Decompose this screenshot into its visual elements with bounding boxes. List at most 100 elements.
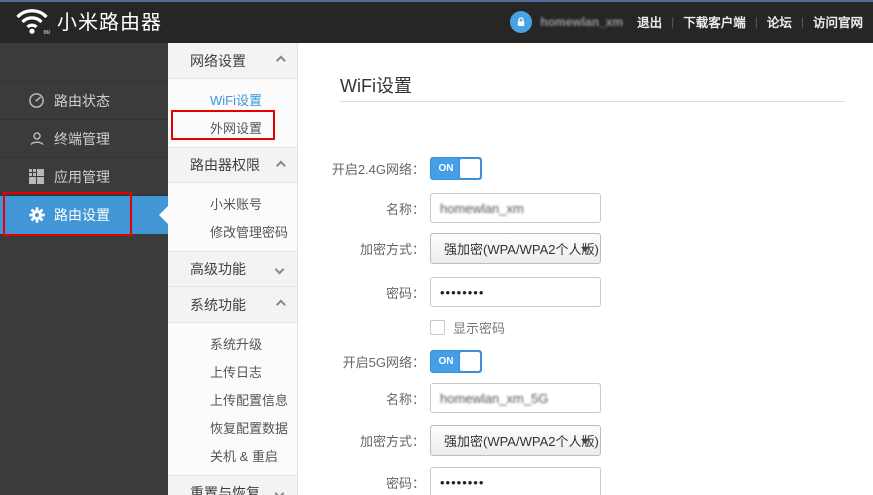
- system-features-list: 系统升级 上传日志 上传配置信息 恢复配置数据 关机 & 重启: [168, 323, 297, 475]
- submenu-item-shutdown-reboot[interactable]: 关机 & 重启: [168, 441, 297, 469]
- nav-separator: |: [754, 14, 758, 29]
- row-name-24g: 名称： homewlan_xm: [298, 193, 873, 224]
- toggle-on-label: ON: [438, 163, 454, 174]
- section-system-features[interactable]: 系统功能: [168, 287, 297, 323]
- main-content: WiFi设置 开启2.4G网络： ON 名称： homewlan_xm 加密方式…: [298, 43, 873, 495]
- encryption-24g-label: 加密方式：: [359, 242, 425, 257]
- submenu-item-upload-log[interactable]: 上传日志: [168, 357, 297, 385]
- encryption-24g-value: 强加密(WPA/WPA2个人版): [444, 242, 599, 257]
- submenu-item-label: 关机 & 重启: [210, 448, 278, 464]
- toggle-knob: [460, 352, 480, 371]
- primary-sidebar: 路由状态 终端管理 应用管理 路由设置: [0, 43, 168, 495]
- submenu-item-wifi-settings[interactable]: WiFi设置: [168, 85, 297, 113]
- title-divider: [340, 101, 845, 102]
- enable-5g-label: 开启5G网络：: [342, 355, 425, 370]
- wifi-logo-icon: mi: [14, 4, 50, 40]
- nav-separator: |: [671, 14, 675, 29]
- section-label: 重置与恢复: [190, 485, 260, 495]
- submenu-item-label: 系统升级: [210, 336, 263, 352]
- submenu-item-label: 恢复配置数据: [210, 420, 289, 436]
- logout-link[interactable]: 退出: [637, 12, 662, 31]
- sidebar-item-device-management[interactable]: 终端管理: [0, 120, 168, 158]
- gauge-icon: [28, 92, 45, 109]
- toggle-knob: [460, 159, 480, 178]
- row-enable-24g: 开启2.4G网络： ON: [298, 157, 873, 180]
- submenu-item-restore-config-data[interactable]: 恢复配置数据: [168, 413, 297, 441]
- submenu-item-label: 上传配置信息: [210, 392, 289, 408]
- download-client-link[interactable]: 下载客户端: [683, 12, 746, 31]
- submenu-item-change-admin-password[interactable]: 修改管理密码: [168, 217, 297, 245]
- encryption-5g-select[interactable]: 强加密(WPA/WPA2个人版): [430, 425, 601, 456]
- page-title: WiFi设置: [340, 76, 412, 96]
- top-header: mi 小米路由器 homewlan_xm 退出 | 下载客户端 | 论坛 | 访…: [0, 0, 873, 43]
- dropdown-caret-icon: [581, 439, 589, 444]
- brand-logo: mi 小米路由器: [14, 4, 162, 40]
- password-24g-input[interactable]: ••••••••: [430, 277, 601, 307]
- toggle-24g-switch[interactable]: ON: [430, 157, 482, 180]
- chevron-up-icon: [275, 299, 286, 310]
- sidebar-item-label: 应用管理: [54, 168, 110, 185]
- sidebar-item-label: 路由设置: [54, 206, 110, 223]
- sidebar-item-label: 终端管理: [54, 130, 110, 147]
- submenu-item-system-upgrade[interactable]: 系统升级: [168, 329, 297, 357]
- row-encryption-5g: 加密方式： 强加密(WPA/WPA2个人版): [298, 425, 873, 456]
- section-network-settings[interactable]: 网络设置: [168, 43, 297, 79]
- chevron-up-icon: [275, 55, 286, 66]
- encryption-5g-label: 加密方式：: [359, 434, 425, 449]
- ssid-5g-input[interactable]: homewlan_xm_5G: [430, 383, 601, 413]
- row-show-password: 显示密码: [298, 318, 873, 336]
- section-label: 网络设置: [190, 52, 246, 69]
- submenu-item-label: 小米账号: [210, 196, 263, 212]
- row-password-24g: 密码： ••••••••: [298, 277, 873, 308]
- official-site-link[interactable]: 访问官网: [813, 12, 863, 31]
- show-password-label: 显示密码: [453, 321, 506, 336]
- submenu-item-mi-account[interactable]: 小米账号: [168, 189, 297, 217]
- submenu-item-label: 上传日志: [210, 364, 263, 380]
- gear-icon: [28, 206, 45, 223]
- name-5g-label: 名称：: [385, 392, 425, 407]
- app-title: 小米路由器: [57, 11, 162, 34]
- row-password-5g: 密码： ••••••••: [298, 467, 873, 495]
- enable-24g-label: 开启2.4G网络：: [331, 162, 425, 177]
- encryption-24g-select[interactable]: 强加密(WPA/WPA2个人版): [430, 233, 601, 264]
- submenu-item-label: WiFi设置: [210, 92, 262, 108]
- account-lock-icon[interactable]: [510, 10, 533, 33]
- toggle-on-label: ON: [438, 356, 454, 367]
- section-advanced-features[interactable]: 高级功能: [168, 251, 297, 287]
- sidebar-item-router-settings[interactable]: 路由设置: [0, 196, 168, 234]
- username[interactable]: homewlan_xm: [540, 15, 623, 29]
- show-password-checkbox[interactable]: [430, 320, 445, 335]
- password-5g-input[interactable]: ••••••••: [430, 467, 601, 495]
- password-24g-label: 密码：: [385, 286, 425, 301]
- submenu-item-label: 外网设置: [210, 120, 263, 136]
- password-5g-label: 密码：: [385, 476, 425, 491]
- user-icon: [28, 130, 45, 147]
- window-top-edge: [0, 0, 873, 2]
- submenu-item-upload-config-info[interactable]: 上传配置信息: [168, 385, 297, 413]
- section-reset-restore[interactable]: 重置与恢复: [168, 475, 297, 495]
- forum-link[interactable]: 论坛: [767, 12, 792, 31]
- dropdown-caret-icon: [581, 247, 589, 252]
- section-label: 路由器权限: [190, 157, 260, 173]
- chevron-up-icon: [275, 160, 286, 170]
- name-24g-label: 名称：: [385, 202, 425, 217]
- grid-icon: [28, 168, 45, 185]
- sidebar-item-app-management[interactable]: 应用管理: [0, 158, 168, 196]
- toggle-5g-switch[interactable]: ON: [430, 350, 482, 373]
- ssid-24g-value: homewlan_xm: [440, 200, 524, 216]
- row-name-5g: 名称： homewlan_xm_5G: [298, 383, 873, 414]
- header-account-nav: homewlan_xm 退出 | 下载客户端 | 论坛 | 访问官网: [510, 10, 863, 33]
- svg-text:mi: mi: [44, 30, 50, 35]
- password-24g-value: ••••••••: [440, 284, 485, 300]
- network-settings-list: WiFi设置 外网设置: [168, 79, 297, 147]
- submenu-item-label: 修改管理密码: [210, 224, 289, 240]
- row-enable-5g: 开启5G网络： ON: [298, 350, 873, 373]
- submenu-item-wan-settings[interactable]: 外网设置: [168, 113, 297, 141]
- router-permissions-list: 小米账号 修改管理密码: [168, 183, 297, 251]
- section-router-permissions[interactable]: 路由器权限: [168, 147, 297, 183]
- encryption-5g-value: 强加密(WPA/WPA2个人版): [444, 434, 599, 449]
- sidebar-item-label: 路由状态: [54, 92, 110, 109]
- ssid-24g-input[interactable]: homewlan_xm: [430, 193, 601, 223]
- section-label: 系统功能: [190, 296, 246, 313]
- sidebar-item-router-status[interactable]: 路由状态: [0, 82, 168, 120]
